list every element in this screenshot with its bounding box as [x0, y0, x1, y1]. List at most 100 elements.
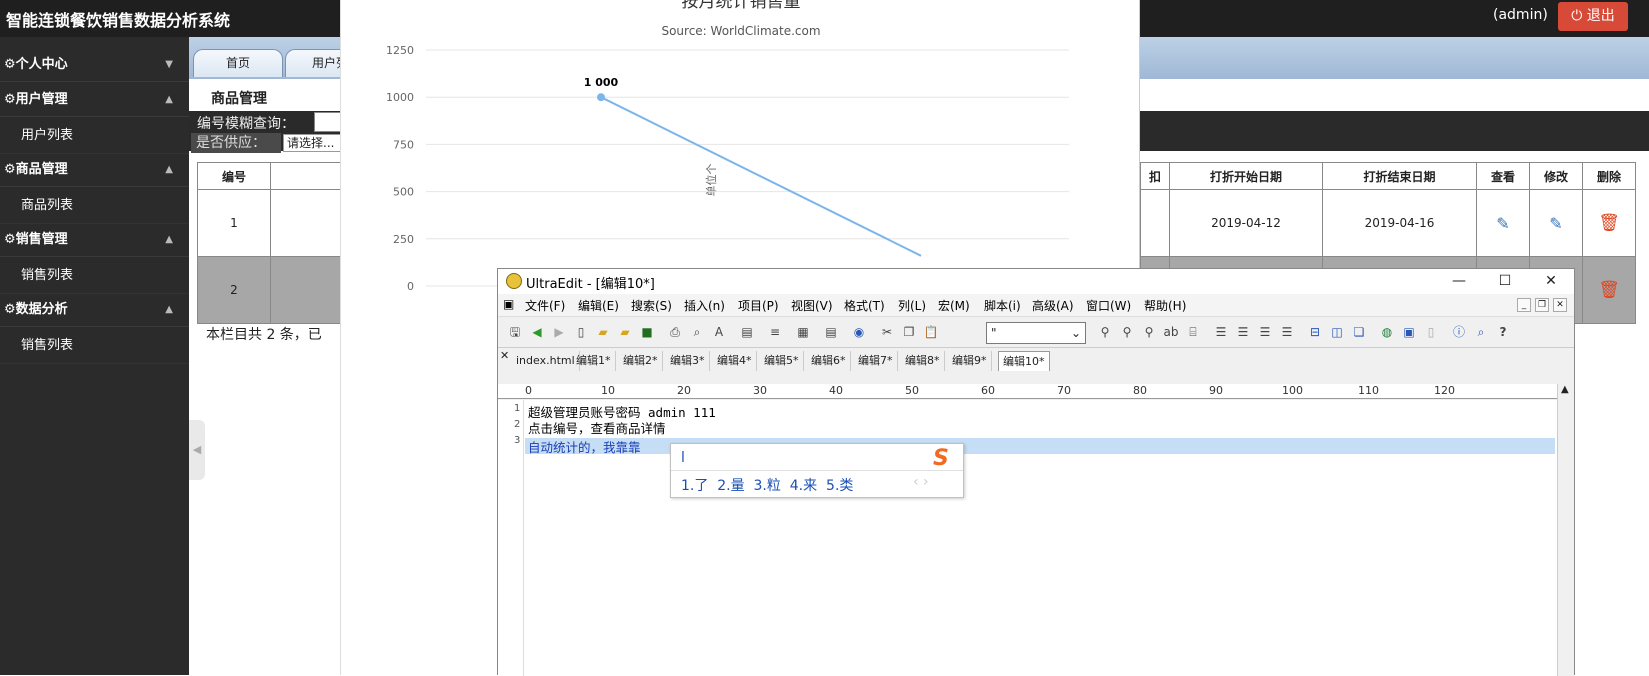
menu-window[interactable]: 窗口(W) — [1086, 297, 1131, 314]
align-center-icon[interactable]: ☰ — [1234, 323, 1252, 341]
save-all-icon[interactable]: 🖫 — [506, 323, 524, 341]
menu-script[interactable]: 脚本(i) — [984, 297, 1021, 314]
forward-arrow-icon[interactable]: ▶ — [550, 323, 568, 341]
sidebar-group-sales[interactable]: ⚙销售管理 ▲ — [0, 222, 189, 257]
menu-column[interactable]: 列(L) — [898, 297, 926, 314]
menu-format[interactable]: 格式(T) — [844, 297, 885, 314]
ime-page-arrows-icon[interactable]: ‹ › — [913, 474, 929, 490]
file-tab[interactable]: 编辑4* — [713, 351, 757, 371]
delete-button[interactable]: 🗑 — [1582, 256, 1636, 324]
ultraedit-titlebar[interactable]: UltraEdit - [编辑10*] — ☐ ✕ — [498, 269, 1574, 294]
view-button[interactable]: ✎ — [1476, 189, 1530, 257]
sidebar-group-personal[interactable]: ⚙个人中心 ▼ — [0, 47, 189, 82]
editor-area[interactable]: 1 2 3 超级管理员账号密码 admin 111 点击编号，查看商品详情 自动… — [498, 400, 1558, 676]
justify-icon[interactable]: ☰ — [1278, 323, 1296, 341]
sidebar-item-sales-list[interactable]: 销售列表 — [0, 257, 189, 294]
replace-icon[interactable]: ab — [1162, 323, 1180, 341]
print-icon[interactable]: ⎙ — [666, 323, 684, 341]
file-tab[interactable]: 编辑3* — [666, 351, 710, 371]
file-tab[interactable]: 编辑6* — [807, 351, 851, 371]
tab-home[interactable]: 首页 — [193, 49, 283, 77]
edit-icon: ✎ — [1549, 213, 1563, 233]
find-icon[interactable]: ⚲ — [1096, 323, 1114, 341]
scroll-up-icon[interactable]: ▲ — [1561, 384, 1569, 395]
row-id[interactable]: 2 — [197, 256, 271, 324]
paste-icon[interactable]: 📋 — [922, 323, 940, 341]
window-icon[interactable]: ▣ — [1400, 323, 1418, 341]
sidebar-item-user-list[interactable]: 用户列表 — [0, 117, 189, 154]
edit-button[interactable]: ✎ — [1529, 189, 1583, 257]
close-tab-icon[interactable]: ✕ — [500, 349, 509, 362]
maximize-button[interactable]: ☐ — [1482, 269, 1528, 294]
menu-view[interactable]: 视图(V) — [791, 297, 833, 314]
find-in-files-icon[interactable]: ⌸ — [1184, 323, 1202, 341]
new-file-icon[interactable]: ▯ — [572, 323, 590, 341]
toolbar-combo[interactable]: " ⌄ — [986, 322, 1086, 344]
file-tab-active[interactable]: 编辑10* — [998, 351, 1050, 371]
align-right-icon[interactable]: ☰ — [1256, 323, 1274, 341]
menu-macro[interactable]: 宏(M) — [938, 297, 970, 314]
document-icon[interactable]: ▤ — [738, 323, 756, 341]
word-wrap-icon[interactable]: ≡ — [766, 323, 784, 341]
help-icon[interactable]: ? — [1494, 323, 1512, 341]
cut-icon[interactable]: ✂ — [878, 323, 896, 341]
sidebar-item-analysis-sales-list[interactable]: 销售列表 — [0, 327, 189, 364]
sidebar-group-analysis[interactable]: ⚙数据分析 ▲ — [0, 292, 189, 327]
menu-edit[interactable]: 编辑(E) — [578, 297, 619, 314]
menu-file[interactable]: 文件(F) — [525, 297, 565, 314]
split-h-icon[interactable]: ⊟ — [1306, 323, 1324, 341]
align-left-icon[interactable]: ☰ — [1212, 323, 1230, 341]
file-tab[interactable]: 编辑2* — [619, 351, 663, 371]
sidebar-group-goods[interactable]: ⚙商品管理 ▲ — [0, 152, 189, 187]
file-tab[interactable]: 编辑1* — [572, 351, 616, 371]
back-arrow-icon[interactable]: ◀ — [528, 323, 546, 341]
info-icon[interactable]: ⓘ — [1450, 323, 1468, 341]
globe-icon[interactable]: ◍ — [1378, 323, 1396, 341]
row-id[interactable]: 1 — [197, 189, 271, 257]
ruler-mark: 40 — [829, 384, 843, 397]
data-point[interactable] — [597, 93, 605, 102]
open-recent-icon[interactable]: ▰ — [616, 323, 634, 341]
hex-icon[interactable]: ▦ — [794, 323, 812, 341]
mdi-close-button[interactable]: ✕ — [1553, 298, 1567, 312]
file-tab[interactable]: index.html — [512, 351, 580, 371]
close-button[interactable]: ✕ — [1528, 269, 1574, 294]
menu-help[interactable]: 帮助(H) — [1144, 297, 1186, 314]
menu-advanced[interactable]: 高级(A) — [1032, 297, 1074, 314]
spell-icon[interactable]: A — [710, 323, 728, 341]
sidebar-item-goods-list[interactable]: 商品列表 — [0, 187, 189, 224]
ime-candidates[interactable]: 1.了 2.量 3.粒 4.来 5.类 — [681, 475, 853, 495]
logout-button[interactable]: ⏻ 退出 — [1558, 2, 1628, 31]
open-folder-icon[interactable]: ▰ — [594, 323, 612, 341]
file-tab[interactable]: 编辑7* — [854, 351, 898, 371]
sidebar-group-label: 数据分析 — [15, 302, 68, 317]
menu-insert[interactable]: 插入(n) — [684, 297, 725, 314]
search-help-icon[interactable]: ⌕ — [1472, 323, 1490, 341]
minimize-button[interactable]: — — [1436, 269, 1482, 294]
copy-icon[interactable]: ❐ — [900, 323, 918, 341]
vertical-scrollbar[interactable]: ▲ — [1557, 384, 1574, 676]
ruler-mark: 50 — [905, 384, 919, 397]
supply-filter-select[interactable]: 请选择... — [283, 134, 343, 152]
find-prev-icon[interactable]: ⚲ — [1140, 323, 1158, 341]
sidebar-group-users[interactable]: ⚙用户管理 ▲ — [0, 82, 189, 117]
menu-project[interactable]: 项目(P) — [738, 297, 779, 314]
find-next-icon[interactable]: ⚲ — [1118, 323, 1136, 341]
sidebar-collapse-handle[interactable]: ◀ — [189, 420, 205, 480]
browser-icon[interactable]: ◉ — [850, 323, 868, 341]
split-v-icon[interactable]: ◫ — [1328, 323, 1346, 341]
save-icon[interactable]: ■ — [638, 323, 656, 341]
disabled-icon[interactable]: ▯ — [1422, 323, 1440, 341]
col-header-end-date: 打折结束日期 — [1322, 162, 1477, 190]
file-tab[interactable]: 编辑5* — [760, 351, 804, 371]
menu-search[interactable]: 搜索(S) — [631, 297, 672, 314]
view-icon: ✎ — [1496, 213, 1510, 233]
mdi-minimize-button[interactable]: _ — [1517, 298, 1531, 312]
file-tab[interactable]: 编辑8* — [901, 351, 945, 371]
file-tab[interactable]: 编辑9* — [948, 351, 992, 371]
list-icon[interactable]: ▤ — [822, 323, 840, 341]
delete-button[interactable]: 🗑 — [1582, 189, 1636, 257]
mdi-restore-button[interactable]: ❐ — [1535, 298, 1549, 312]
cascade-icon[interactable]: ❏ — [1350, 323, 1368, 341]
print-preview-icon[interactable]: ⌕ — [688, 323, 706, 341]
